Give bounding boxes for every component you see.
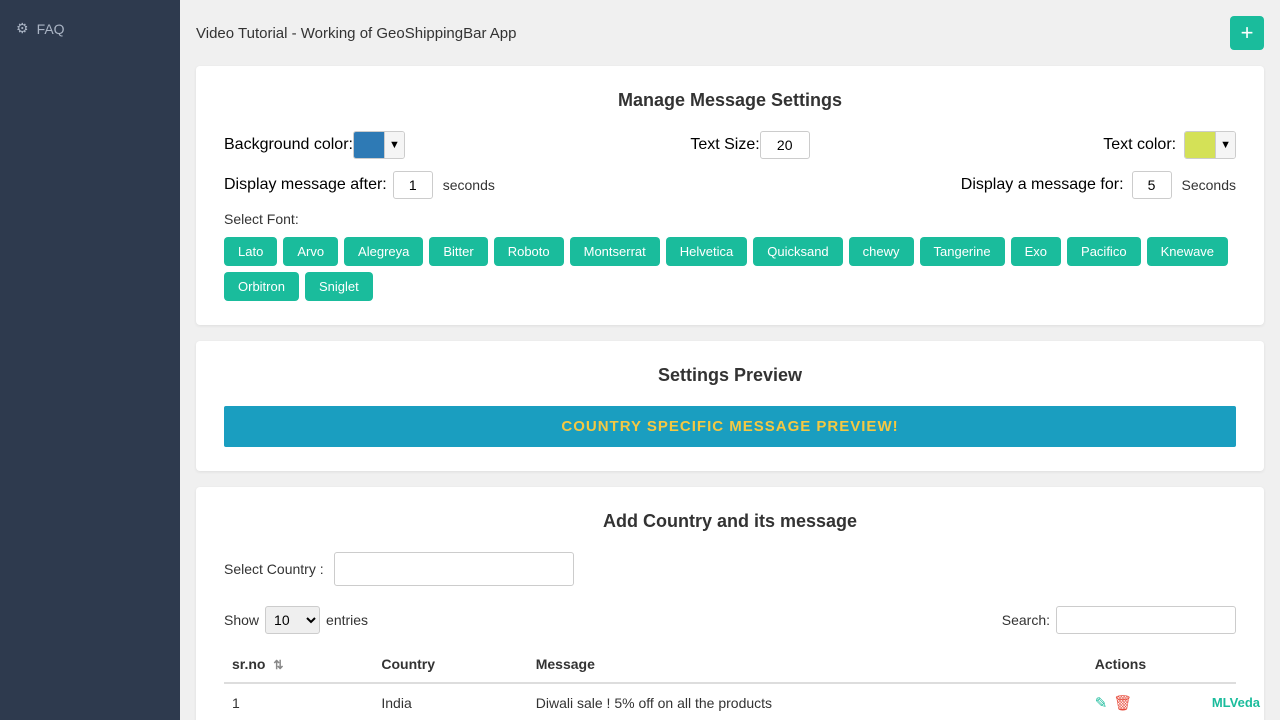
add-country-title: Add Country and its message [224,511,1236,532]
entries-select[interactable]: 10 25 50 [265,606,320,634]
bg-color-arrow[interactable]: ▼ [384,131,404,159]
bg-color-swatch [354,131,384,159]
preview-bar: COUNTRY SPECIFIC MESSAGE PREVIEW! [224,406,1236,447]
font-btn-chewy[interactable]: chewy [849,237,914,266]
display-after-unit: seconds [443,177,495,193]
gear-icon: ⚙ [16,20,29,37]
settings-preview-title: Settings Preview [224,365,1236,386]
search-input[interactable] [1056,606,1236,634]
font-btn-arvo[interactable]: Arvo [283,237,338,266]
header-bar: Video Tutorial - Working of GeoShippingB… [196,16,1264,50]
font-btn-orbitron[interactable]: Orbitron [224,272,299,301]
font-btn-bitter[interactable]: Bitter [429,237,487,266]
text-size-input[interactable] [760,131,810,159]
text-size-label: Text Size: [690,136,759,154]
sort-icon-srno: ⇅ [273,658,283,672]
settings-row-2: Display message after: seconds Display a… [224,171,1236,199]
main-content: Video Tutorial - Working of GeoShippingB… [180,0,1280,720]
table-header-row: sr.no ⇅ Country Message Actions [224,646,1236,683]
col-country: Country [373,646,527,683]
display-after-label: Display message after: [224,176,387,194]
entries-label: entries [326,612,368,628]
text-color-arrow[interactable]: ▼ [1215,131,1235,159]
country-select-input[interactable] [334,552,574,586]
font-btn-lato[interactable]: Lato [224,237,277,266]
display-for-input[interactable] [1132,171,1172,199]
table-body: 1 India Diwali sale ! 5% off on all the … [224,683,1236,720]
font-btn-exo[interactable]: Exo [1011,237,1061,266]
font-btn-helvetica[interactable]: Helvetica [666,237,747,266]
mlveda-footer: MLVeda [1212,695,1260,710]
table-head: sr.no ⇅ Country Message Actions [224,646,1236,683]
cell-country: India [373,683,527,720]
table-controls: Show 10 25 50 entries Search: [224,606,1236,634]
text-size-section: Text Size: [690,131,817,159]
text-color-section: Text color: ▼ [1103,131,1236,159]
display-after-section: Display message after: seconds [224,171,495,199]
search-label: Search: [1002,612,1050,628]
text-color-label: Text color: [1103,136,1176,154]
sidebar-item-label: FAQ [37,21,65,37]
font-btn-alegreya[interactable]: Alegreya [344,237,423,266]
show-entries-section: Show 10 25 50 entries [224,606,368,634]
settings-row-1: Background color: ▼ Text Size: Text colo… [224,131,1236,159]
select-font-label: Select Font: [224,211,1236,227]
bg-color-picker[interactable]: ▼ [353,131,405,159]
cell-message: Diwali sale ! 5% off on all the products [528,683,1087,720]
table-row: 1 India Diwali sale ! 5% off on all the … [224,683,1236,720]
edit-icon[interactable]: ✎ [1095,694,1108,712]
font-buttons-container: LatoArvoAlegreyaBitterRobotoMontserratHe… [224,237,1236,301]
font-btn-sniglet[interactable]: Sniglet [305,272,373,301]
delete-icon[interactable]: 🗑 [1113,694,1132,712]
col-message: Message [528,646,1087,683]
bg-color-label: Background color: [224,136,353,154]
select-country-row: Select Country : [224,552,1236,586]
font-btn-knewave[interactable]: Knewave [1147,237,1228,266]
add-button[interactable]: + [1230,16,1264,50]
text-color-picker[interactable]: ▼ [1184,131,1236,159]
country-table: sr.no ⇅ Country Message Actions 1 [224,646,1236,720]
message-settings-title: Manage Message Settings [224,90,1236,111]
page-title: Video Tutorial - Working of GeoShippingB… [196,25,516,42]
select-country-label: Select Country : [224,561,324,577]
col-actions: Actions [1087,646,1236,683]
display-for-label: Display a message for: [961,176,1124,194]
display-after-input[interactable] [393,171,433,199]
search-row: Search: [1002,606,1236,634]
font-btn-roboto[interactable]: Roboto [494,237,564,266]
font-btn-quicksand[interactable]: Quicksand [753,237,842,266]
sidebar: ⚙ FAQ [0,0,180,720]
font-btn-montserrat[interactable]: Montserrat [570,237,660,266]
add-country-card: Add Country and its message Select Count… [196,487,1264,720]
font-btn-tangerine[interactable]: Tangerine [920,237,1005,266]
sidebar-item-faq[interactable]: ⚙ FAQ [0,10,180,47]
settings-preview-card: Settings Preview COUNTRY SPECIFIC MESSAG… [196,341,1264,471]
text-color-swatch [1185,131,1215,159]
bg-color-section: Background color: ▼ [224,131,405,159]
show-label: Show [224,612,259,628]
col-srno: sr.no ⇅ [224,646,373,683]
font-btn-pacifico[interactable]: Pacifico [1067,237,1141,266]
display-for-unit: Seconds [1182,177,1236,193]
cell-srno: 1 [224,683,373,720]
display-for-section: Display a message for: Seconds [961,171,1236,199]
message-settings-card: Manage Message Settings Background color… [196,66,1264,325]
